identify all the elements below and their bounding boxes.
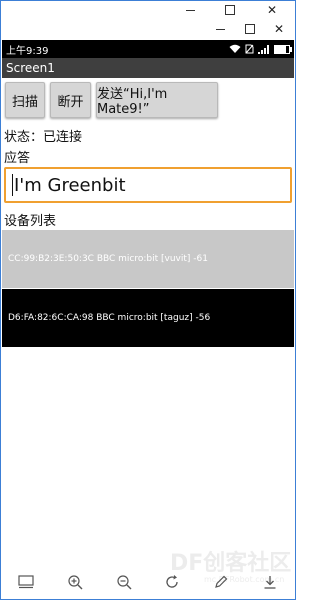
close-button[interactable]: ✕ — [257, 1, 287, 19]
device-list-item-text: CC:99:B2:3E:50:3C BBC micro:bit [vuvit] … — [8, 254, 208, 264]
zoom-out-icon[interactable] — [115, 573, 133, 591]
pen-icon[interactable] — [212, 573, 230, 591]
disconnect-button[interactable]: 断开 — [50, 82, 91, 118]
minimize-icon — [215, 28, 225, 30]
device-list-item[interactable]: D6:FA:82:6C:CA:98 BBC micro:bit [taguz] … — [2, 289, 294, 347]
response-field[interactable]: I'm Greenbit — [4, 167, 292, 203]
inner-maximize-button[interactable] — [235, 19, 265, 39]
response-label: 应答 — [4, 151, 31, 166]
send-button[interactable]: 发送“Hi,I'm Mate9!” — [96, 82, 218, 118]
scan-button[interactable]: 扫描 — [5, 82, 45, 118]
minimize-icon — [185, 9, 195, 11]
status-time: 上午9:39 — [6, 45, 49, 57]
status-bar: 上午9:39 — [2, 40, 294, 58]
text-caret — [12, 174, 13, 196]
viewer-toolbar — [2, 565, 294, 599]
no-sim-icon — [245, 44, 254, 54]
device-list-label: 设备列表 — [4, 214, 57, 229]
device-list-item-text: D6:FA:82:6C:CA:98 BBC micro:bit [taguz] … — [8, 313, 211, 323]
download-icon[interactable] — [261, 573, 279, 591]
battery-icon — [274, 44, 292, 54]
wifi-icon — [229, 44, 241, 53]
close-icon: ✕ — [273, 22, 285, 36]
inner-minimize-button[interactable] — [205, 19, 235, 39]
app-title: Screen1 — [6, 61, 55, 75]
app-bar: Screen1 — [2, 58, 294, 78]
response-value: I'm Greenbit — [14, 174, 126, 196]
inner-title-bar: ✕ — [1, 19, 295, 39]
status-icons — [229, 44, 292, 54]
maximize-icon — [225, 5, 235, 15]
maximize-icon — [245, 24, 255, 34]
inner-close-button[interactable]: ✕ — [264, 19, 294, 39]
zoom-in-icon[interactable] — [66, 573, 84, 591]
close-icon: ✕ — [266, 3, 278, 17]
device-list-item[interactable]: CC:99:B2:3E:50:3C BBC micro:bit [vuvit] … — [2, 230, 294, 288]
panel-icon[interactable] — [17, 573, 35, 591]
signal-icon — [258, 44, 269, 54]
maximize-button[interactable] — [215, 1, 245, 19]
outer-title-bar: ✕ — [1, 1, 295, 19]
connection-status: 状态：已连接 — [4, 130, 83, 145]
minimize-button[interactable] — [175, 1, 205, 19]
rotate-icon[interactable] — [163, 573, 181, 591]
